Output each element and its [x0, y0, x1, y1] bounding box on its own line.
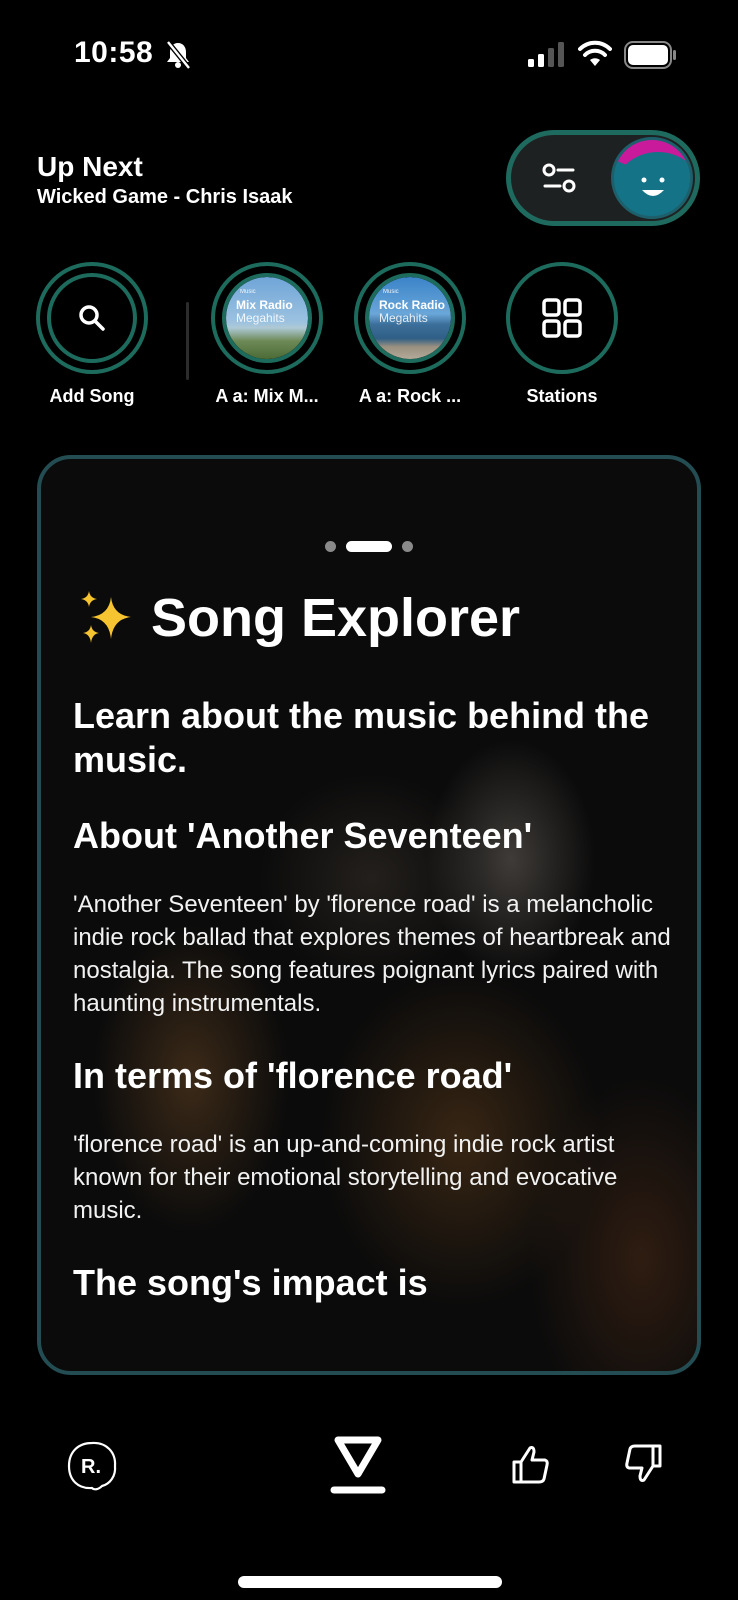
avatar[interactable]	[611, 137, 693, 219]
rock-radio-artwork: Music Rock Radio Megahits	[369, 277, 451, 359]
status-bar: 10:58	[0, 0, 738, 110]
shortcut-label: Stations	[526, 386, 598, 406]
page-dot-active[interactable]	[346, 541, 392, 552]
artwork-subtitle: Megahits	[236, 311, 285, 325]
card-title-text: Song Explorer	[151, 588, 521, 648]
shortcut-label: Add Song	[49, 386, 135, 406]
shortcut-label: A a: Mix M...	[215, 386, 319, 406]
wifi-icon	[578, 40, 612, 66]
card-title: Song Explorer	[77, 587, 520, 649]
artwork-brand: Music	[383, 289, 399, 295]
shortcuts-row: Add Song Music Mix Radio Megahits A a: M…	[0, 262, 738, 412]
page-indicator[interactable]	[41, 541, 697, 552]
mix-radio-artwork: Music Mix Radio Megahits	[226, 277, 308, 359]
shortcut-ring-inner: Music Mix Radio Megahits	[222, 273, 312, 363]
shortcut-ring	[36, 262, 148, 374]
smiley-icon	[641, 177, 665, 196]
shortcut-divider	[186, 302, 189, 380]
battery-icon	[624, 41, 676, 69]
shortcut-rock-radio[interactable]: Music Rock Radio Megahits A a: Rock ...	[340, 262, 480, 407]
r-badge-letter: R.	[81, 1456, 101, 1478]
search-icon	[79, 305, 105, 331]
section-body: 'florence road' is an up-and-coming indi…	[73, 1131, 618, 1224]
up-next[interactable]: Up Next Wicked Game - Chris Isaak	[37, 150, 293, 210]
grid-icon	[542, 298, 582, 338]
section-body: 'Another Seventeen' by 'florence road' i…	[73, 891, 671, 1017]
sliders-icon	[542, 163, 576, 193]
up-next-song: Wicked Game - Chris Isaak	[37, 186, 293, 208]
page-dot[interactable]	[325, 541, 336, 552]
shortcut-label: A a: Rock ...	[358, 386, 462, 406]
shortcut-ring: Music Mix Radio Megahits	[211, 262, 323, 374]
card-content: Learn about the music behind the music. …	[73, 694, 673, 1305]
home-indicator[interactable]	[238, 1576, 502, 1588]
thumbs-up-icon[interactable]	[512, 1444, 550, 1484]
sparkles-icon	[81, 591, 131, 643]
shortcut-add-song[interactable]: Add Song	[22, 262, 162, 407]
section-heading: In terms of 'florence road'	[73, 1055, 513, 1096]
shortcut-ring-inner: Music Rock Radio Megahits	[365, 273, 455, 363]
r-badge-icon[interactable]: R.	[66, 1440, 118, 1492]
page-dot[interactable]	[402, 541, 413, 552]
mode-toggle[interactable]	[506, 130, 700, 226]
shortcut-ring	[506, 262, 618, 374]
song-explorer-card[interactable]: Song Explorer Learn about the music behi…	[37, 455, 701, 1375]
artwork-brand: Music	[240, 289, 256, 295]
artwork-subtitle: Megahits	[379, 311, 428, 325]
shortcut-ring-inner	[47, 273, 137, 363]
shortcut-stations[interactable]: Stations	[492, 262, 632, 407]
section-heading: About 'Another Seventeen'	[73, 815, 533, 856]
section-heading: The song's impact is	[73, 1262, 428, 1303]
up-next-title: Up Next	[37, 151, 143, 182]
status-time: 10:58	[74, 36, 154, 69]
bell-slash-icon	[166, 40, 191, 70]
card-lead: Learn about the music behind the music.	[73, 695, 650, 780]
bottom-toolbar: R.	[0, 1400, 738, 1500]
skip-icon[interactable]	[330, 1434, 386, 1498]
shortcut-ring: Music Rock Radio Megahits	[354, 262, 466, 374]
thumbs-down-icon[interactable]	[624, 1444, 662, 1484]
cellular-signal-icon	[528, 42, 564, 67]
shortcut-mix-radio[interactable]: Music Mix Radio Megahits A a: Mix M...	[197, 262, 337, 407]
